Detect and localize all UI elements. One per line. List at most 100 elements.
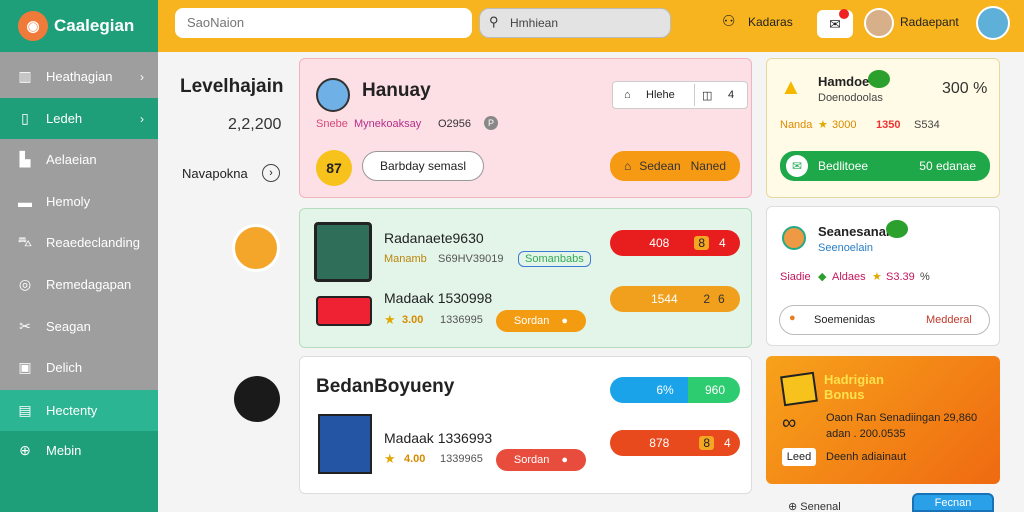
stat-value: 3000 xyxy=(832,119,857,131)
action-label: Sedean xyxy=(639,159,681,173)
badge-icon: 87 xyxy=(316,150,352,186)
stat-value: 1350 xyxy=(876,119,901,131)
notification-dot xyxy=(839,9,849,19)
row-tag: Manamb xyxy=(384,253,427,265)
coin-icon: P xyxy=(484,116,498,130)
sidebar-item-label: Delich xyxy=(46,360,83,375)
user-icon[interactable]: ⚇ xyxy=(722,12,735,30)
sidebar-item-label: Heathagian xyxy=(46,69,113,84)
gift-icon: ● xyxy=(789,312,796,324)
sidebar-item-label: Ledeh xyxy=(46,111,83,126)
infinity-icon: ∞ xyxy=(782,412,797,434)
row-button[interactable]: Sordan ● xyxy=(496,449,586,471)
secondary-action-button[interactable]: Barbday semasl xyxy=(362,151,484,181)
stat-label: Nanda xyxy=(780,119,813,131)
arrow-right-icon[interactable]: › xyxy=(262,164,280,182)
footer-button[interactable]: Fecnan xyxy=(912,493,994,512)
expand-icon[interactable]: ◫ xyxy=(702,89,712,102)
sidebar-item-2[interactable]: ▙ Aelaeian xyxy=(0,139,158,180)
row-link[interactable]: Somanbabs xyxy=(518,251,591,267)
footer-link[interactable]: ⊕ Senenal xyxy=(788,500,841,512)
action-label-b: Naned xyxy=(690,159,726,173)
sidebar-item-label: Reaedeclanding xyxy=(46,235,140,250)
profile-icon xyxy=(782,226,806,250)
sidebar-item-6[interactable]: ✂ Seagan xyxy=(0,306,158,347)
bonus-link[interactable]: Deenh adiainaut xyxy=(826,451,906,463)
card-btn-b[interactable]: 4 xyxy=(728,89,734,101)
card-code: O2956 xyxy=(438,118,472,130)
user-label[interactable]: Kadaras xyxy=(748,15,793,29)
app-logo[interactable]: ◉ Caalegian xyxy=(0,0,158,52)
sidebar-item-7[interactable]: ▣ Delich xyxy=(0,347,158,388)
row-button-label: Sordan xyxy=(513,315,550,327)
secondary-search-input[interactable]: Hmhiean xyxy=(479,8,671,38)
chat-icon: ✉ xyxy=(829,16,841,32)
bonus-line-1: Oaon Ran Senadiingan 29,860 xyxy=(826,412,978,424)
sidebar-item-label: Aelaeian xyxy=(46,152,97,167)
input-value: Medderal xyxy=(926,314,972,326)
navigation-link[interactable]: Navapokna xyxy=(182,166,248,181)
sidebar-item-label: Remedagapan xyxy=(46,277,132,292)
pill-value: 878 xyxy=(649,436,670,450)
stat-pill[interactable]: 6% 960 xyxy=(610,377,740,403)
pill-extra: 960 xyxy=(704,383,726,397)
card-btn-a[interactable]: Hlehe xyxy=(646,89,675,101)
bonus-button[interactable]: Leed xyxy=(782,448,816,466)
search-icon: ⚲ xyxy=(489,14,499,29)
warning-icon xyxy=(780,371,818,407)
grid-icon: ▥ xyxy=(18,68,32,84)
row-code: 1336995 xyxy=(440,314,483,326)
star-icon: ★ xyxy=(818,119,828,131)
summary-title: Hamdoe xyxy=(818,74,870,89)
lock-icon: ⌂ xyxy=(624,89,631,101)
redeem-value: 50 edanae xyxy=(919,159,976,173)
stat-value: S3.39 xyxy=(886,271,915,283)
search-input[interactable] xyxy=(175,8,472,38)
row-button[interactable]: Sordan ● xyxy=(496,310,586,332)
card-title: Hanuay xyxy=(362,80,431,101)
divider xyxy=(694,84,695,106)
sidebar-item-9[interactable]: ⊕ Mebin xyxy=(0,430,158,471)
footer-link-label: Senenal xyxy=(800,501,841,512)
pill-value: 408 xyxy=(649,236,670,250)
sidebar-item-8[interactable]: ▤ Hectenty xyxy=(0,390,158,431)
sidebar-item-label: Hectenty xyxy=(46,403,98,418)
tablet-icon[interactable] xyxy=(234,376,280,422)
primary-action-button[interactable]: ⌂ Sedean Naned xyxy=(610,151,740,181)
avatar[interactable] xyxy=(864,8,894,38)
app-title: Caalegian xyxy=(54,16,135,35)
game-icon[interactable] xyxy=(232,224,280,272)
stat-pill[interactable]: 878 8 4 xyxy=(610,430,740,456)
stat-value: % xyxy=(920,271,930,283)
level-value: 2,2,200 xyxy=(228,116,282,133)
sidebar-item-label: Seagan xyxy=(46,319,91,334)
row-title: Madaak 1336993 xyxy=(384,430,493,446)
leaf-icon: ◆ xyxy=(818,271,827,283)
bell-icon: ▲ xyxy=(780,74,802,99)
pill-extra: 4 xyxy=(724,436,731,450)
globe-icon: ⊕ xyxy=(19,442,31,458)
row-score: 3.00 xyxy=(402,314,424,326)
home-icon: ⌂ xyxy=(624,159,632,173)
sidebar-item-4[interactable]: ⛍ Reaedeclanding xyxy=(0,222,158,263)
profile-avatar[interactable] xyxy=(976,6,1010,40)
sidebar-item-1[interactable]: ▯ Ledeh › xyxy=(0,98,158,139)
sidebar-item-0[interactable]: ▥ Heathagian › xyxy=(0,56,158,97)
bag-icon: ▣ xyxy=(18,359,32,375)
pill-badge: 8 xyxy=(699,436,714,450)
card-tag: Snebe xyxy=(316,118,348,130)
car-icon: ⛍ xyxy=(17,233,33,249)
redeem-button[interactable]: ✉ Bedlitoee 50 edanae xyxy=(780,151,990,181)
arcade-icon xyxy=(314,222,372,282)
stat-pill[interactable]: 408 8 4 xyxy=(610,230,740,256)
profile-name[interactable]: Radaepant xyxy=(900,15,959,29)
sidebar-item-5[interactable]: ◎ Remedagapan xyxy=(0,264,158,305)
row-score: 4.00 xyxy=(404,453,426,465)
stat-pill[interactable]: 1544 2 6 xyxy=(610,286,740,312)
star-icon: ★ xyxy=(384,312,396,327)
pill-extra: 4 xyxy=(719,236,726,250)
sidebar-item-label: Hemoly xyxy=(46,194,91,209)
chevron-right-icon: › xyxy=(140,111,144,126)
coin-icon: ● xyxy=(561,454,569,466)
sidebar-item-3[interactable]: ▬ Hemoly xyxy=(0,181,158,222)
